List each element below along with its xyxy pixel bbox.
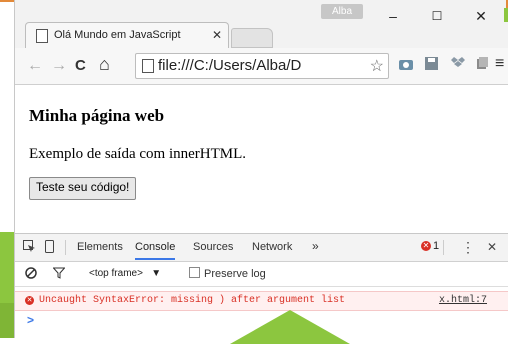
checkbox-icon — [189, 267, 200, 278]
decorative-green-corner — [504, 8, 508, 22]
test-code-button[interactable]: Teste seu código! — [29, 177, 137, 200]
page-icon — [36, 29, 48, 43]
tab-title: Olá Mundo em JavaScript — [54, 29, 181, 41]
preserve-log-checkbox[interactable]: Preserve log — [189, 267, 266, 280]
kebab-menu-icon[interactable]: ⋮ — [461, 239, 475, 256]
browser-toolbar: ← → C ⌂ file:///C:/Users/Alba/D ☆ ≡ — [15, 48, 508, 85]
more-tabs-icon[interactable]: » — [312, 239, 319, 253]
error-icon: ✕ — [421, 241, 431, 252]
filter-icon[interactable] — [52, 267, 66, 282]
browser-window: Alba – ☐ ✕ Olá Mundo em JavaScript ✕ ← →… — [14, 0, 508, 339]
address-bar[interactable]: file:///C:/Users/Alba/D ☆ — [135, 53, 389, 79]
tab-network[interactable]: Network — [252, 241, 292, 253]
error-counter[interactable]: ✕ 1 — [421, 240, 439, 252]
page-content: Minha página web Exemplo de saída com in… — [15, 85, 508, 233]
tab-close-icon[interactable]: ✕ — [212, 28, 222, 42]
extension-icon[interactable] — [475, 57, 488, 73]
frame-selector[interactable]: <top frame> ▼ — [89, 268, 161, 279]
menu-icon[interactable]: ≡ — [495, 55, 504, 73]
camera-extension-icon[interactable] — [399, 57, 413, 73]
browser-tab[interactable]: Olá Mundo em JavaScript ✕ — [25, 22, 229, 49]
error-message: Uncaught SyntaxError: missing ) after ar… — [39, 295, 346, 306]
new-tab-button[interactable] — [231, 28, 273, 48]
clear-console-icon[interactable] — [25, 267, 37, 282]
close-window-button[interactable]: ✕ — [463, 6, 499, 26]
console-prompt[interactable]: > — [27, 313, 34, 327]
divider — [443, 240, 444, 255]
chevron-down-icon: ▼ — [151, 268, 162, 279]
page-icon — [142, 59, 154, 73]
divider — [65, 240, 66, 255]
tab-elements[interactable]: Elements — [77, 241, 123, 253]
dropbox-extension-icon[interactable] — [451, 57, 465, 73]
preserve-log-label: Preserve log — [204, 268, 266, 280]
console-filter-bar: <top frame> ▼ Preserve log — [15, 262, 508, 287]
error-source-link[interactable]: x.html:7 — [439, 295, 487, 306]
devtools-tabbar: Elements Console Sources Network » ✕ 1 ⋮ … — [15, 234, 508, 262]
back-icon[interactable]: ← — [27, 57, 43, 75]
reload-icon[interactable]: C — [75, 57, 86, 74]
maximize-button[interactable]: ☐ — [419, 6, 455, 26]
tab-sources[interactable]: Sources — [193, 241, 233, 253]
device-toolbar-icon[interactable] — [45, 240, 54, 256]
title-bar: Alba – ☐ ✕ Olá Mundo em JavaScript ✕ — [15, 0, 508, 49]
minimize-button[interactable]: – — [375, 6, 411, 26]
console-error-row: ✕ Uncaught SyntaxError: missing ) after … — [15, 291, 508, 311]
decorative-green-triangle — [230, 310, 350, 344]
url-text[interactable]: file:///C:/Users/Alba/D — [158, 57, 358, 74]
bookmark-star-icon[interactable]: ☆ — [370, 56, 384, 76]
error-icon: ✕ — [25, 296, 34, 305]
close-devtools-icon[interactable]: ✕ — [487, 240, 497, 254]
inspect-element-icon[interactable] — [23, 240, 36, 256]
save-extension-icon[interactable] — [425, 57, 438, 73]
page-heading: Minha página web — [29, 106, 165, 125]
frame-selector-label: <top frame> — [89, 268, 143, 279]
profile-badge[interactable]: Alba — [321, 4, 363, 19]
home-icon[interactable]: ⌂ — [99, 54, 110, 75]
page-paragraph: Exemplo de saída com innerHTML. — [29, 146, 247, 162]
tab-console[interactable]: Console — [135, 241, 176, 260]
error-count: 1 — [433, 240, 440, 252]
forward-icon[interactable]: → — [51, 57, 67, 75]
